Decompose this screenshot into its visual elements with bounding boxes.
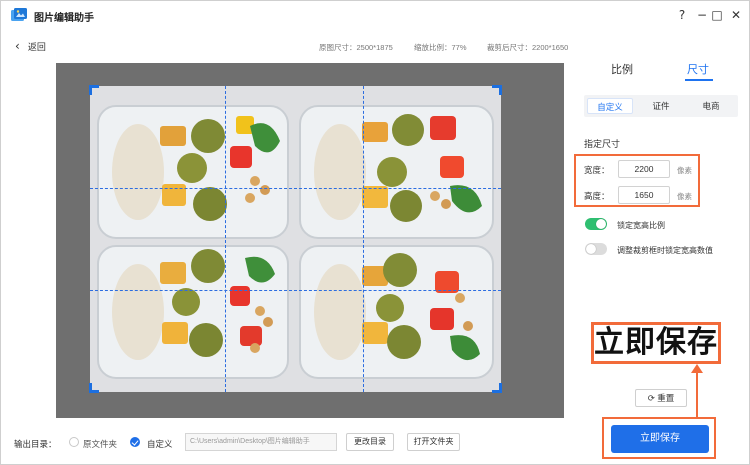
app-title: 图片编辑助手 xyxy=(34,13,94,24)
tab-active-indicator xyxy=(685,79,713,81)
radio-original-folder[interactable] xyxy=(69,437,79,447)
change-directory-button[interactable]: 更改目录 xyxy=(346,433,394,451)
height-input[interactable]: 1650 xyxy=(618,186,670,204)
crop-guide-horizontal-1 xyxy=(90,188,501,189)
height-label: 高度： xyxy=(584,191,610,201)
radio-custom[interactable] xyxy=(130,437,140,447)
crop-handle-top-right[interactable] xyxy=(492,85,502,95)
tab-ratio[interactable]: 比例 xyxy=(611,61,633,77)
back-button[interactable]: ‹ 返回 xyxy=(15,39,46,53)
original-size-text: 原图尺寸：2500*1875 xyxy=(319,43,393,52)
lock-values-toggle[interactable] xyxy=(585,243,607,255)
meal-prep-image xyxy=(90,86,501,392)
help-icon[interactable]: ? xyxy=(673,7,691,23)
lock-ratio-toggle[interactable] xyxy=(585,218,607,230)
close-icon[interactable]: ✕ xyxy=(727,7,745,23)
output-dir-label: 输出目录： xyxy=(14,439,57,449)
callout-arrow-line xyxy=(696,367,698,417)
zoom-ratio-text: 缩放比例：77% xyxy=(414,43,467,52)
size-subtabs: 自定义 证件 电商 xyxy=(584,95,738,117)
chevron-left-icon: ‹ xyxy=(15,39,20,53)
cropped-size-text: 裁剪后尺寸：2200*1650 xyxy=(487,43,569,52)
radio-original-folder-label: 原文件夹 xyxy=(83,439,118,449)
crop-handle-bottom-left[interactable] xyxy=(89,383,99,393)
app-logo-icon xyxy=(11,8,27,21)
tab-size[interactable]: 尺寸 xyxy=(687,61,709,77)
toggle-knob xyxy=(586,244,596,254)
subtab-custom[interactable]: 自定义 xyxy=(587,98,633,114)
reset-button[interactable]: ⟳ 重置 xyxy=(635,389,687,407)
app-window: 图片编辑助手 ? − □ ✕ ‹ 返回 原图尺寸：2500*1875 缩放比例：… xyxy=(0,0,750,465)
lock-values-label: 调整裁剪框时锁定宽高数值 xyxy=(617,246,713,255)
food-photo xyxy=(90,86,501,392)
width-label: 宽度： xyxy=(584,165,610,175)
title-bar: 图片编辑助手 ? − □ ✕ xyxy=(1,1,749,31)
section-specified-size: 指定尺寸 xyxy=(584,139,621,149)
subtab-id-photo[interactable]: 证件 xyxy=(638,98,684,114)
subtab-ecommerce[interactable]: 电商 xyxy=(688,98,734,114)
save-now-button[interactable]: 立即保存 xyxy=(611,425,709,453)
toggle-knob xyxy=(596,219,606,229)
lock-ratio-label: 锁定宽高比例 xyxy=(617,221,665,230)
back-label: 返回 xyxy=(27,41,46,52)
refresh-icon: ⟳ xyxy=(647,394,655,404)
radio-custom-label: 自定义 xyxy=(147,439,173,449)
height-unit: 像素 xyxy=(677,192,692,201)
crop-handle-bottom-right[interactable] xyxy=(492,383,502,393)
width-unit: 像素 xyxy=(677,166,692,175)
crop-guide-vertical-1 xyxy=(225,86,226,392)
crop-guide-horizontal-2 xyxy=(90,290,501,291)
save-callout-annotation: 立即保存 xyxy=(591,322,721,364)
reset-label: 重置 xyxy=(657,393,675,403)
crop-handle-top-left[interactable] xyxy=(89,85,99,95)
maximize-icon[interactable]: □ xyxy=(708,7,726,23)
output-path-input[interactable]: C:\Users\admin\Desktop\图片编辑助手 xyxy=(185,433,337,451)
crop-guide-vertical-2 xyxy=(363,86,364,392)
open-folder-button[interactable]: 打开文件夹 xyxy=(407,433,460,451)
width-input[interactable]: 2200 xyxy=(618,160,670,178)
